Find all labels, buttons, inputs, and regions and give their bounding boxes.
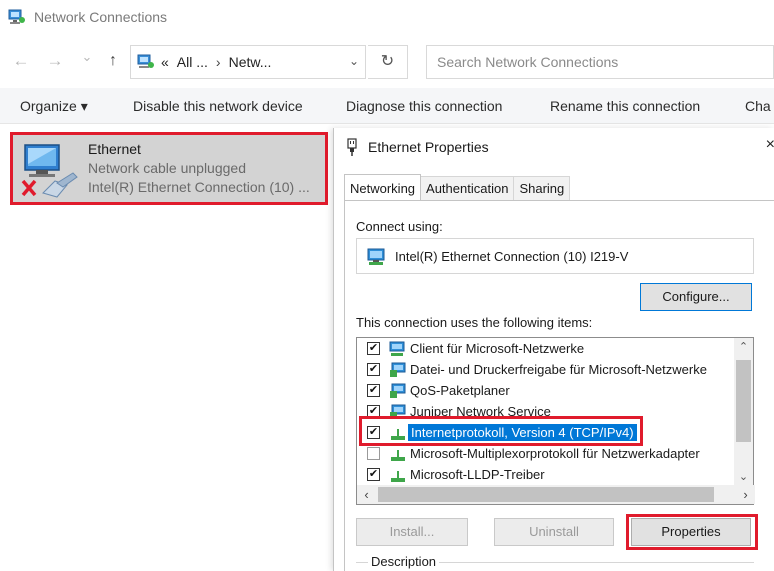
- breadcrumb-network[interactable]: Netw...: [229, 54, 272, 70]
- network-folder-icon: [137, 54, 155, 70]
- adapter-status: Network cable unplugged: [88, 160, 246, 176]
- adapter-name: Ethernet: [88, 141, 141, 157]
- connection-items-list[interactable]: ✔ Client für Microsoft-Netzwerke ✔ Datei…: [356, 337, 755, 505]
- back-arrow-icon[interactable]: ←: [10, 50, 32, 72]
- diagnose-connection-button[interactable]: Diagnose this connection: [346, 98, 502, 114]
- scroll-thumb[interactable]: [736, 360, 751, 442]
- ethernet-disconnected-icon: [21, 143, 79, 198]
- vertical-scrollbar[interactable]: ⌃ ⌄: [734, 338, 753, 486]
- connect-using-label: Connect using:: [356, 219, 443, 234]
- list-item[interactable]: Microsoft-Multiplexorprotokoll für Netzw…: [357, 444, 727, 465]
- scroll-down-icon[interactable]: ⌄: [734, 468, 753, 486]
- breadcrumb-separator[interactable]: ›: [216, 54, 221, 70]
- scroll-thumb[interactable]: [378, 487, 714, 502]
- item-label: Internetprotokoll, Version 4 (TCP/IPv4): [408, 424, 637, 441]
- scroll-left-icon[interactable]: ‹: [357, 485, 376, 504]
- list-item[interactable]: ✔ Datei- und Druckerfreigabe für Microso…: [357, 360, 727, 381]
- network-adapter-icon: [367, 248, 387, 266]
- list-item[interactable]: ✔ Microsoft-LLDP-Treiber: [357, 465, 727, 486]
- list-item-selected[interactable]: ✔ Internetprotokoll, Version 4 (TCP/IPv4…: [357, 423, 727, 444]
- network-service-icon: [389, 404, 407, 420]
- item-checkbox[interactable]: ✔: [367, 468, 380, 481]
- recent-locations-chevron-icon[interactable]: ⌄: [76, 46, 98, 68]
- item-label: QoS-Paketplaner: [410, 383, 510, 398]
- close-icon[interactable]: ×: [766, 136, 774, 154]
- horizontal-scrollbar[interactable]: ‹ ›: [357, 485, 755, 504]
- item-label: Client für Microsoft-Netzwerke: [410, 341, 585, 356]
- tab-sharing[interactable]: Sharing: [513, 176, 571, 200]
- adapter-device-name: Intel(R) Ethernet Connection (10) I219-V: [395, 249, 629, 264]
- dialog-title-bar: Ethernet Properties ×: [334, 128, 774, 164]
- ethernet-properties-dialog: Ethernet Properties × Networking Authent…: [333, 128, 774, 571]
- item-checkbox[interactable]: ✔: [367, 384, 380, 397]
- item-checkbox[interactable]: ✔: [367, 405, 380, 418]
- navigation-bar: ← → ⌄ ↑ « All ... › Netw... ⌄ ↻ Search N…: [0, 42, 774, 80]
- network-client-icon: [389, 341, 407, 357]
- properties-button[interactable]: Properties: [631, 518, 751, 546]
- dialog-tabs: Networking Authentication Sharing: [344, 174, 571, 200]
- window-title: Network Connections: [34, 9, 168, 25]
- items-label: This connection uses the following items…: [356, 315, 593, 330]
- scroll-right-icon[interactable]: ›: [736, 485, 755, 504]
- item-checkbox[interactable]: ✔: [367, 426, 380, 439]
- refresh-icon[interactable]: ↻: [368, 45, 408, 79]
- list-item[interactable]: ✔ Client für Microsoft-Netzwerke: [357, 339, 727, 360]
- install-button[interactable]: Install...: [356, 518, 468, 546]
- scroll-up-icon[interactable]: ⌃: [734, 338, 753, 356]
- address-bar[interactable]: « All ... › Netw... ⌄: [130, 45, 366, 79]
- list-item[interactable]: ✔ QoS-Paketplaner: [357, 381, 727, 402]
- item-checkbox[interactable]: ✔: [367, 342, 380, 355]
- up-arrow-icon[interactable]: ↑: [102, 50, 124, 72]
- ethernet-plug-icon: [346, 138, 358, 156]
- change-settings-button[interactable]: Cha: [745, 98, 771, 114]
- ethernet-adapter-tile[interactable]: Ethernet Network cable unplugged Intel(R…: [10, 132, 328, 205]
- tab-networking[interactable]: Networking: [344, 174, 422, 200]
- item-checkbox[interactable]: ✔: [367, 363, 380, 376]
- title-bar: Network Connections: [0, 0, 774, 34]
- organize-menu[interactable]: Organize ▾: [20, 98, 88, 115]
- breadcrumb: « All ... › Netw...: [161, 54, 271, 70]
- breadcrumb-overflow[interactable]: «: [161, 54, 169, 70]
- description-label: Description: [368, 554, 440, 569]
- network-connections-icon: [8, 9, 26, 25]
- connect-using-adapter-box: Intel(R) Ethernet Connection (10) I219-V: [356, 238, 754, 274]
- command-bar: Organize ▾ Disable this network device D…: [0, 88, 774, 124]
- description-group: Description: [356, 554, 754, 571]
- list-item[interactable]: ✔ Juniper Network Service: [357, 402, 727, 423]
- protocol-icon: [389, 425, 407, 441]
- adapter-device: Intel(R) Ethernet Connection (10) ...: [88, 179, 310, 195]
- search-input[interactable]: Search Network Connections: [426, 45, 774, 79]
- item-label: Microsoft-Multiplexorprotokoll für Netzw…: [410, 446, 700, 461]
- item-label: Juniper Network Service: [410, 404, 551, 419]
- item-label: Microsoft-LLDP-Treiber: [410, 467, 545, 482]
- network-service-icon: [389, 383, 407, 399]
- item-label: Datei- und Druckerfreigabe für Microsoft…: [410, 362, 707, 377]
- protocol-icon: [389, 446, 407, 462]
- rename-connection-button[interactable]: Rename this connection: [550, 98, 700, 114]
- tab-authentication[interactable]: Authentication: [420, 176, 515, 200]
- item-checkbox[interactable]: [367, 447, 380, 460]
- disable-device-button[interactable]: Disable this network device: [133, 98, 303, 114]
- network-service-icon: [389, 362, 407, 378]
- uninstall-button[interactable]: Uninstall: [494, 518, 614, 546]
- address-dropdown-icon[interactable]: ⌄: [349, 54, 359, 68]
- forward-arrow-icon[interactable]: →: [44, 50, 66, 72]
- protocol-icon: [389, 467, 407, 483]
- configure-button[interactable]: Configure...: [640, 283, 752, 311]
- dialog-title: Ethernet Properties: [368, 139, 489, 155]
- breadcrumb-all-control-panel[interactable]: All ...: [177, 54, 208, 70]
